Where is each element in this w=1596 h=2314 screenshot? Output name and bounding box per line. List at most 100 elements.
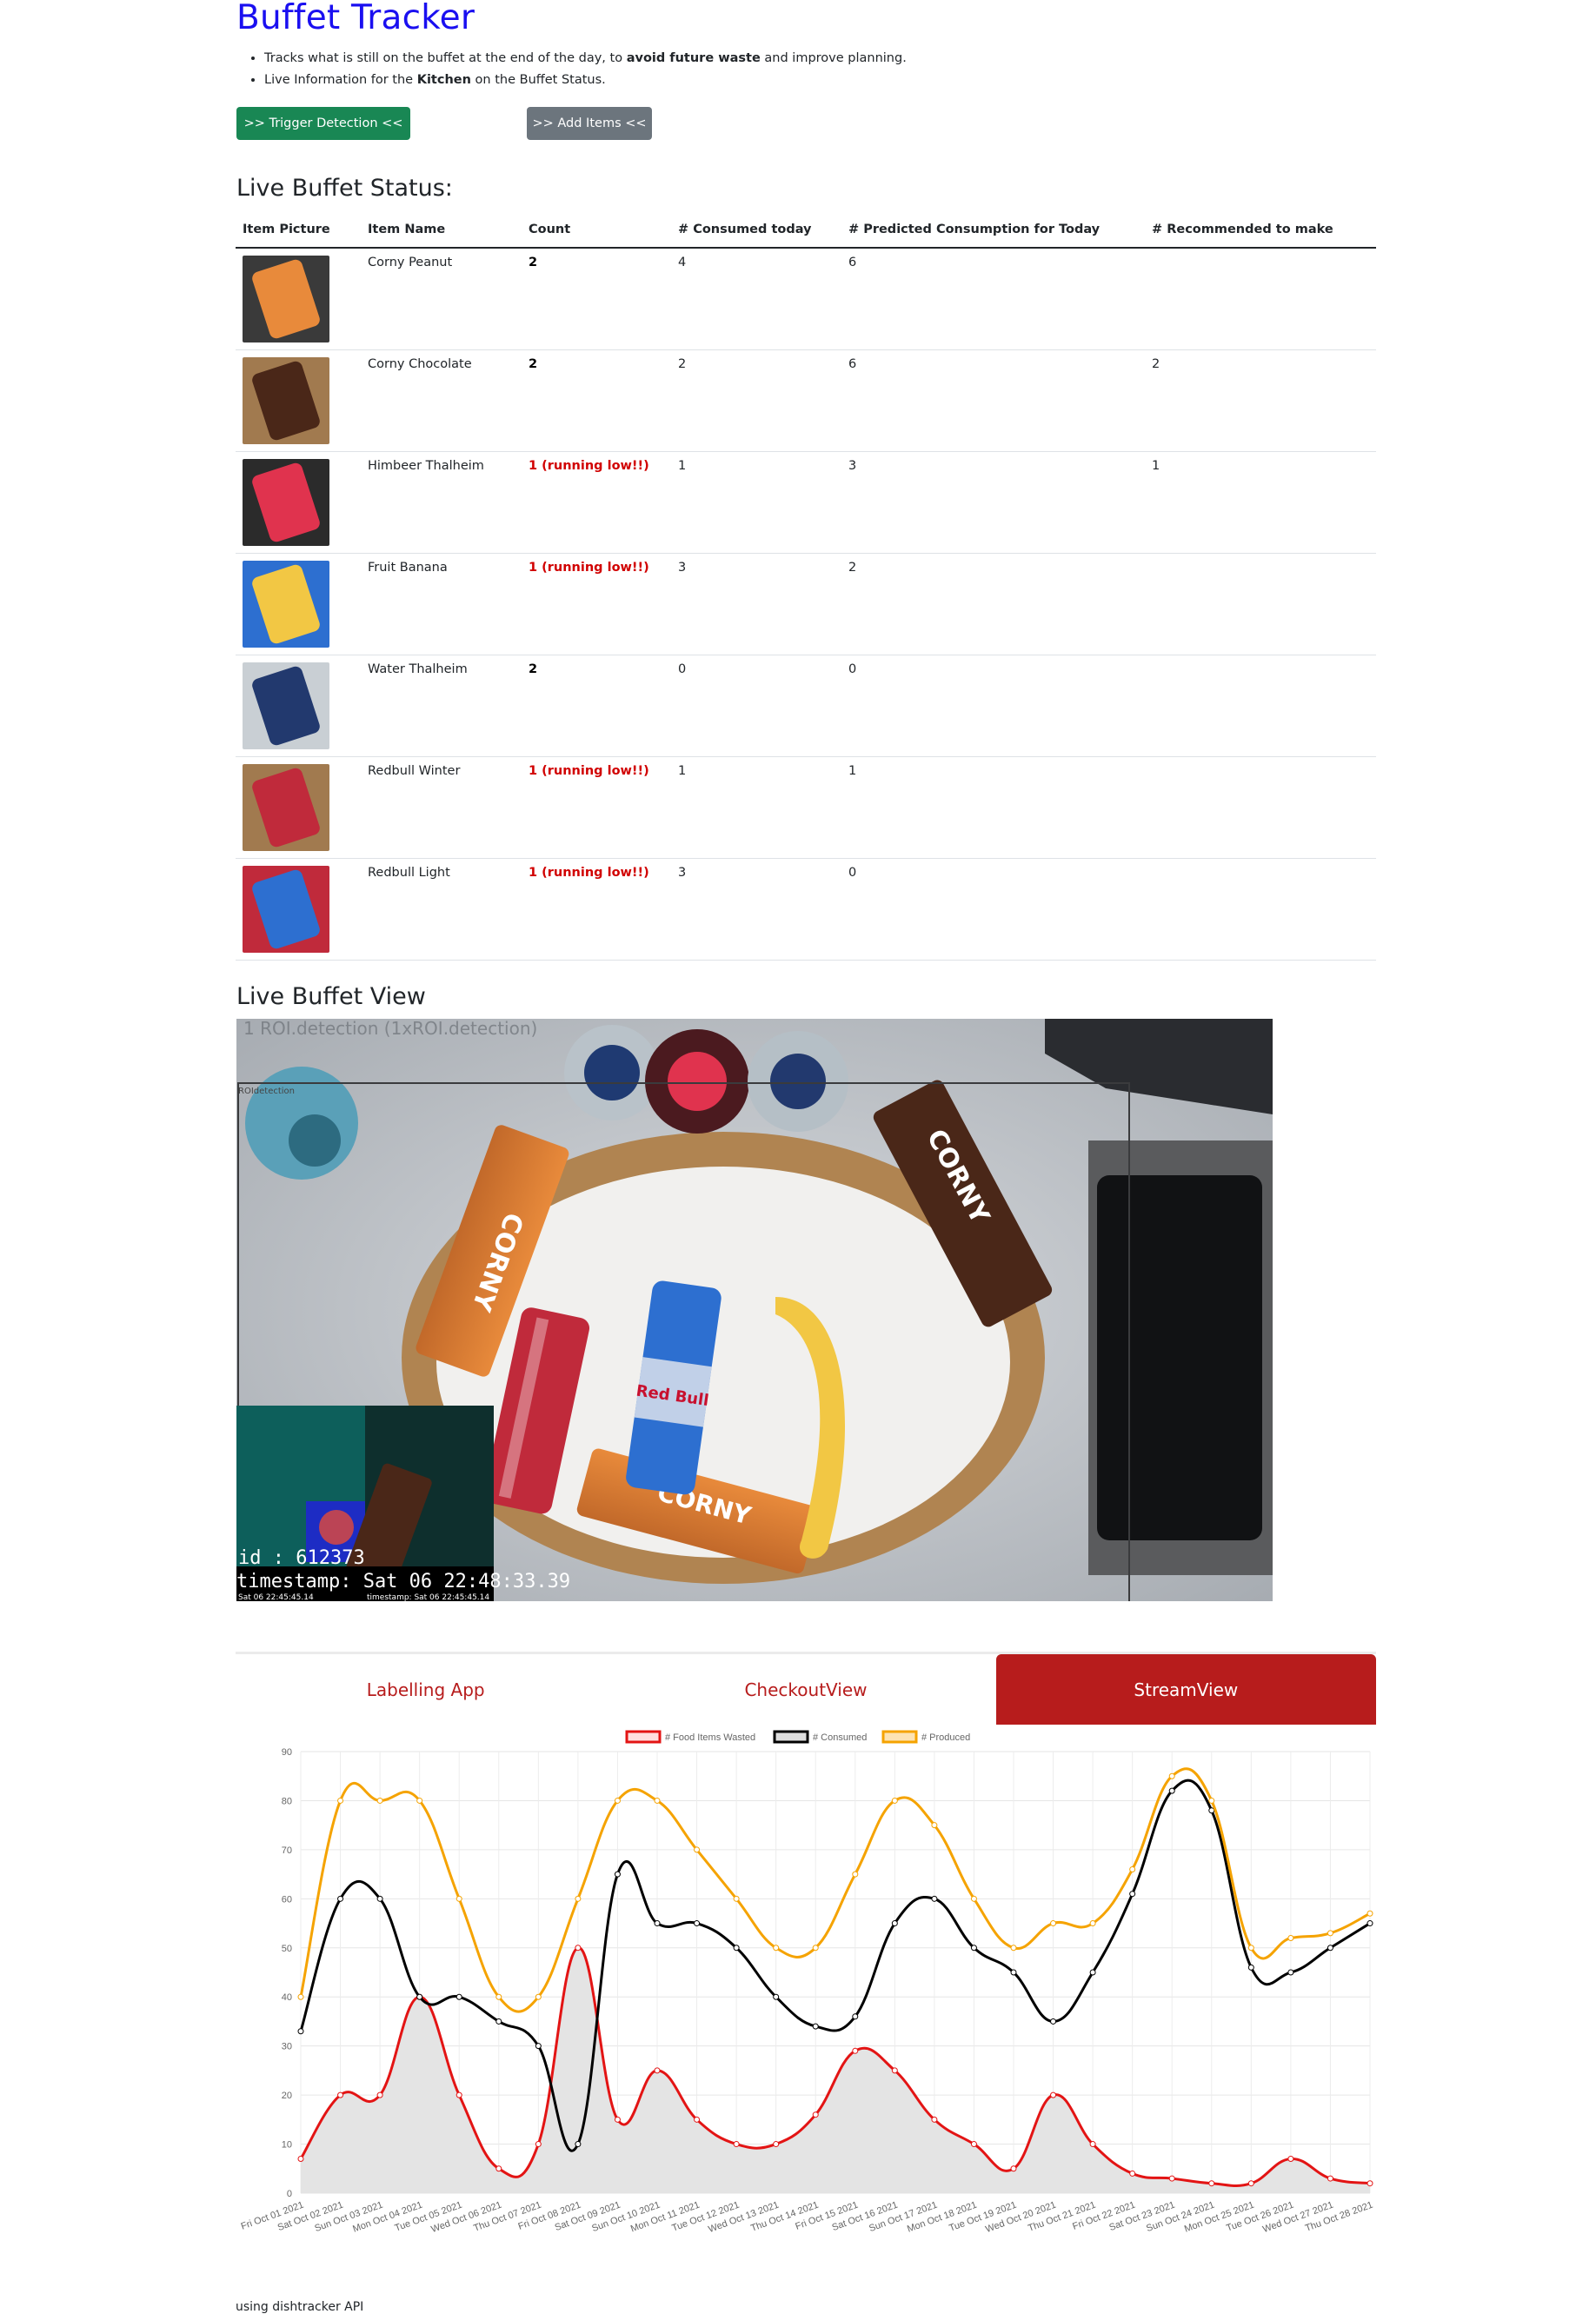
item-name: Fruit Banana (361, 553, 522, 655)
series-consumed-point (1089, 1969, 1096, 1976)
trigger-detection-button[interactable]: >> Trigger Detection << (236, 107, 410, 140)
series-consumed-point (654, 1920, 661, 1927)
series-consumed-point (456, 1993, 462, 2000)
series-wasted-point (495, 2165, 502, 2172)
series-consumed-point (495, 2018, 502, 2025)
series-produced-point (1050, 1920, 1057, 1927)
y-tick-label: 10 (282, 2140, 292, 2151)
item-thumbnail (243, 256, 329, 342)
series-produced-point (575, 1895, 582, 1902)
item-recommended (1145, 553, 1376, 655)
series-produced-point (694, 1846, 701, 1853)
camera-frame: CORNY CORNY CORNY Red Bull 1 ROI.detecti… (236, 1019, 1273, 1601)
series-consumed-point (297, 2028, 304, 2035)
intro-bullet-2: Live Information for the Kitchen on the … (264, 70, 907, 91)
series-produced-point (1327, 1930, 1333, 1937)
series-wasted-point (812, 2111, 819, 2118)
series-produced-point (733, 1895, 740, 1902)
roi-overlay-text: 1 ROI.detection (1xROI.detection) (243, 1019, 537, 1039)
series-wasted-point (852, 2047, 859, 2054)
item-picture-cell (236, 756, 361, 859)
item-count: 2 (522, 349, 671, 452)
add-items-button[interactable]: >> Add Items << (527, 107, 652, 140)
series-consumed-point (1168, 1787, 1175, 1794)
series-wasted-point (1287, 2155, 1294, 2162)
item-name: Water Thalheim (361, 655, 522, 757)
overlay-timestamp-small-2: timestamp: Sat 06 22:45:45.14 (367, 1593, 489, 1601)
item-count: 2 (522, 248, 671, 350)
y-tick-label: 20 (282, 2091, 292, 2101)
series-wasted-point (970, 2141, 977, 2148)
series-consumed-point (852, 2013, 859, 2020)
item-consumed: 3 (671, 858, 841, 961)
col-count: Count (522, 212, 671, 249)
series-wasted-point (535, 2141, 542, 2148)
tab-checkout-view[interactable]: CheckoutView (615, 1654, 995, 1725)
series-wasted-point (575, 1945, 582, 1952)
series-consumed-point (1247, 1964, 1254, 1971)
intro-bullet-1: Tracks what is still on the buffet at th… (264, 48, 907, 70)
legend-label: # Food Items Wasted (665, 1732, 755, 1743)
table-row: Himbeer Thalheim 1 (running low!!) 1 3 1 (236, 451, 1376, 554)
series-wasted-point (1168, 2175, 1175, 2182)
item-count: 1 (running low!!) (522, 451, 671, 554)
table-header-row: Item Picture Item Name Count # Consumed … (236, 212, 1376, 249)
series-wasted-point (1247, 2180, 1254, 2187)
item-consumed: 0 (671, 655, 841, 757)
series-wasted-point (694, 2116, 701, 2123)
item-consumed: 1 (671, 756, 841, 859)
item-recommended (1145, 655, 1376, 757)
item-recommended: 1 (1145, 451, 1376, 554)
tab-stream-view[interactable]: StreamView (995, 1654, 1376, 1725)
item-picture-cell (236, 655, 361, 757)
legend-label: # Produced (921, 1732, 970, 1743)
tab-labelling-app[interactable]: Labelling App (236, 1654, 615, 1725)
series-consumed-point (1010, 1969, 1017, 1976)
series-produced-point (337, 1797, 344, 1804)
series-wasted-point (1129, 2170, 1136, 2177)
item-predicted: 6 (841, 248, 1145, 350)
item-picture-cell (236, 349, 361, 452)
item-picture-cell (236, 858, 361, 961)
series-wasted-point (1208, 2180, 1215, 2187)
series-wasted-point (891, 2067, 898, 2074)
item-predicted: 3 (841, 451, 1145, 554)
legend-label: # Consumed (813, 1732, 867, 1743)
item-recommended (1145, 248, 1376, 350)
series-wasted-point (297, 2155, 304, 2162)
series-produced-point (416, 1797, 423, 1804)
series-consumed-point (1287, 1969, 1294, 1976)
table-row: Fruit Banana 1 (running low!!) 3 2 (236, 553, 1376, 655)
item-picture-cell (236, 553, 361, 655)
series-produced-point (891, 1797, 898, 1804)
series-wasted-point (733, 2141, 740, 2148)
item-consumed: 3 (671, 553, 841, 655)
item-predicted: 1 (841, 756, 1145, 859)
series-produced-point (1208, 1797, 1215, 1804)
item-predicted: 2 (841, 553, 1145, 655)
series-consumed-point (1129, 1891, 1136, 1898)
series-wasted-point (654, 2067, 661, 2074)
item-count: 1 (running low!!) (522, 858, 671, 961)
y-tick-label: 70 (282, 1845, 292, 1856)
footer-note: using dishtracker API (236, 2300, 364, 2314)
y-tick-label: 80 (282, 1796, 292, 1806)
table-row: Corny Chocolate 2 2 6 2 (236, 349, 1376, 452)
series-wasted-point (337, 2091, 344, 2098)
series-consumed-point (891, 1920, 898, 1927)
table-row: Redbull Light 1 (running low!!) 3 0 (236, 858, 1376, 961)
item-predicted: 0 (841, 655, 1145, 757)
item-thumbnail (243, 560, 329, 648)
legend-swatch (773, 1730, 809, 1744)
series-produced-point (852, 1871, 859, 1878)
series-produced-point (614, 1797, 621, 1804)
series-consumed-point (694, 1920, 701, 1927)
item-thumbnail (243, 662, 329, 749)
series-produced-point (1010, 1945, 1017, 1952)
waste-chart: 0102030405060708090Fri Oct 01 2021Sat Oc… (240, 1730, 1374, 2235)
series-wasted-point (931, 2116, 938, 2123)
series-wasted-point (1089, 2141, 1096, 2148)
col-item-picture: Item Picture (236, 212, 361, 249)
series-wasted-point (376, 2091, 383, 2098)
item-predicted: 0 (841, 858, 1145, 961)
